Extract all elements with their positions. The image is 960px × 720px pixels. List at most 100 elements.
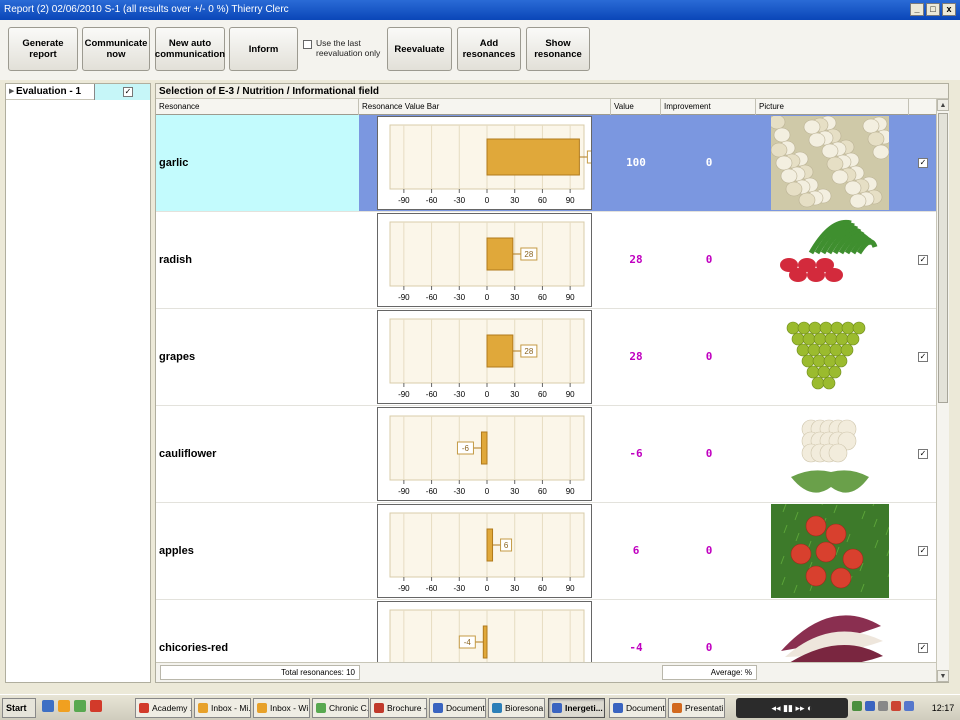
- taskbar-item[interactable]: Inergeti...: [548, 698, 605, 718]
- chrome-icon[interactable]: [90, 700, 102, 712]
- taskbar-item[interactable]: Inbox - Mi...: [194, 698, 251, 718]
- improvement-value: 0: [705, 350, 713, 363]
- bar-value-label: -6: [462, 444, 470, 453]
- taskbar-item-label: Chronic C...: [329, 703, 369, 713]
- bar-value-label: 6: [504, 541, 509, 550]
- resonance-value-bar: -90 -60 -30 0 30 60 90 6: [377, 504, 592, 598]
- tick-label: -60: [426, 293, 438, 302]
- garlic-image: [768, 115, 893, 210]
- resonance-value-bar: -90 -60 -30 0 30 60 90 28: [377, 213, 592, 307]
- row-checkbox[interactable]: ✓: [918, 449, 928, 459]
- add-resonances-button[interactable]: Add resonances: [457, 27, 521, 71]
- grapes-image: [771, 310, 889, 404]
- bar-chart: -90 -60 -30 0 30 60 90 28: [389, 318, 585, 399]
- tray-icon-1[interactable]: [852, 701, 862, 711]
- reevaluate-button[interactable]: Reevaluate: [387, 27, 452, 71]
- table-row[interactable]: radish -90 -60 -30 0 30 60 90 28 28 0 ✓: [156, 212, 936, 309]
- row-checkbox[interactable]: ✓: [918, 158, 928, 168]
- resonance-value: -6: [629, 447, 643, 460]
- vertical-scrollbar[interactable]: ▲ ▼: [936, 99, 949, 682]
- scroll-up-icon[interactable]: ▲: [937, 99, 949, 111]
- resonance-name: garlic: [156, 115, 359, 211]
- chicory-image: [771, 601, 889, 662]
- column-header-value[interactable]: Value: [611, 99, 661, 115]
- new-auto-communication-button[interactable]: New auto communication: [155, 27, 225, 71]
- close-button[interactable]: x: [942, 3, 956, 16]
- app-icon: [672, 703, 682, 713]
- column-header-resonance[interactable]: Resonance: [156, 99, 359, 115]
- expand-arrow-icon[interactable]: ▶: [9, 87, 14, 95]
- tick-label: 60: [538, 196, 547, 205]
- inform-button[interactable]: Inform: [229, 27, 298, 71]
- taskbar-item[interactable]: Inbox - Wi...: [253, 698, 310, 718]
- checkbox-box[interactable]: [303, 40, 312, 49]
- taskbar-item[interactable]: Brochure -...: [370, 698, 427, 718]
- minimize-button[interactable]: _: [910, 3, 924, 16]
- taskbar-item[interactable]: Academy ...: [135, 698, 192, 718]
- tick-label: 90: [566, 390, 575, 399]
- tray-icon-5[interactable]: [904, 701, 914, 711]
- table-row[interactable]: grapes -90 -60 -30 0 30 60 90 28 28 0 ✓: [156, 309, 936, 406]
- taskbar: Start Academy ... Inbox - Mi... Inbox - Wi…: [0, 694, 960, 720]
- scroll-thumb[interactable]: [938, 113, 948, 403]
- column-header-check[interactable]: [909, 99, 936, 115]
- tick-label: 90: [566, 584, 575, 593]
- generate-report-button[interactable]: Generate report: [8, 27, 78, 71]
- rows-container: garlic -90-60-300306090100 100 0 ✓ radis…: [156, 115, 936, 662]
- taskbar-item[interactable]: Document...: [429, 698, 486, 718]
- evaluation-check-cell[interactable]: [94, 84, 150, 100]
- row-checkbox[interactable]: ✓: [918, 643, 928, 653]
- taskbar-item[interactable]: Bioresona...: [488, 698, 545, 718]
- tick-label: 90: [566, 293, 575, 302]
- table-row[interactable]: cauliflower -90 -60 -30 0 30 60 90 -6 -6 0 ✓: [156, 406, 936, 503]
- taskbar-item-label: Inergeti...: [565, 703, 603, 713]
- use-last-reevaluation-checkbox[interactable]: Use the last reevaluation only: [303, 38, 383, 58]
- tray-icon-3[interactable]: [878, 701, 888, 711]
- row-checkbox[interactable]: ✓: [918, 546, 928, 556]
- row-checkbox[interactable]: ✓: [918, 255, 928, 265]
- evaluation-row[interactable]: ▶ Evaluation - 1 ✓: [6, 84, 150, 100]
- show-desktop-icon[interactable]: [42, 700, 54, 712]
- clock: 12:17: [931, 703, 955, 713]
- communicate-now-button[interactable]: Communicate now: [82, 27, 150, 71]
- resonance-bar: [480, 431, 488, 465]
- tray-icon-2[interactable]: [865, 701, 875, 711]
- media-player-controls[interactable]: ◂◂ ▮▮ ▸▸ ◐: [736, 698, 848, 718]
- radish-image: [771, 213, 889, 307]
- column-header-improvement[interactable]: Improvement: [661, 99, 756, 115]
- media-icon[interactable]: [74, 700, 86, 712]
- table-row[interactable]: chicories-red -90-60-300306090-4 -4 0 ✓: [156, 600, 936, 662]
- window-title-bar: Report (2) 02/06/2010 S-1 (all results o…: [0, 0, 960, 20]
- table-row[interactable]: apples -90 -60 -30 0 30 60 90 6 6 0 ✓: [156, 495, 936, 600]
- maximize-button[interactable]: □: [926, 3, 940, 16]
- show-resonance-button[interactable]: Show resonance: [526, 27, 590, 71]
- cauliflower-image: [771, 407, 889, 501]
- tick-label: -30: [454, 487, 466, 496]
- taskbar-item[interactable]: Chronic C...: [312, 698, 369, 718]
- row-checkbox[interactable]: ✓: [918, 352, 928, 362]
- taskbar-item[interactable]: Presentati...: [668, 698, 725, 718]
- ie-icon[interactable]: [58, 700, 70, 712]
- start-button[interactable]: Start: [2, 698, 36, 718]
- table-row[interactable]: garlic -90-60-300306090100 100 0 ✓: [156, 115, 936, 212]
- evaluation-label: Evaluation - 1: [16, 86, 82, 97]
- tick-label: 30: [510, 584, 519, 593]
- taskbar-item-label: Document...: [446, 703, 485, 713]
- bar-chart: -90-60-300306090100: [389, 124, 591, 205]
- evaluation-checkbox[interactable]: ✓: [123, 87, 133, 97]
- taskbar-item[interactable]: Document...: [609, 698, 666, 718]
- tray-icon-4[interactable]: [891, 701, 901, 711]
- scroll-down-icon[interactable]: ▼: [937, 670, 949, 682]
- taskbar-item-label: Inbox - Mi...: [211, 703, 251, 713]
- tick-label: -60: [426, 584, 438, 593]
- column-header-bar[interactable]: Resonance Value Bar: [359, 99, 611, 115]
- picture-image: [771, 601, 889, 662]
- column-header-picture[interactable]: Picture: [756, 99, 909, 115]
- bar-chart: -90 -60 -30 0 30 60 90 28: [389, 221, 585, 302]
- system-tray: [852, 701, 914, 711]
- tick-label: -30: [454, 390, 466, 399]
- tick-label: -30: [454, 293, 466, 302]
- tick-label: 30: [510, 487, 519, 496]
- tick-label: 90: [566, 487, 575, 496]
- total-resonances: Total resonances: 10: [160, 665, 360, 680]
